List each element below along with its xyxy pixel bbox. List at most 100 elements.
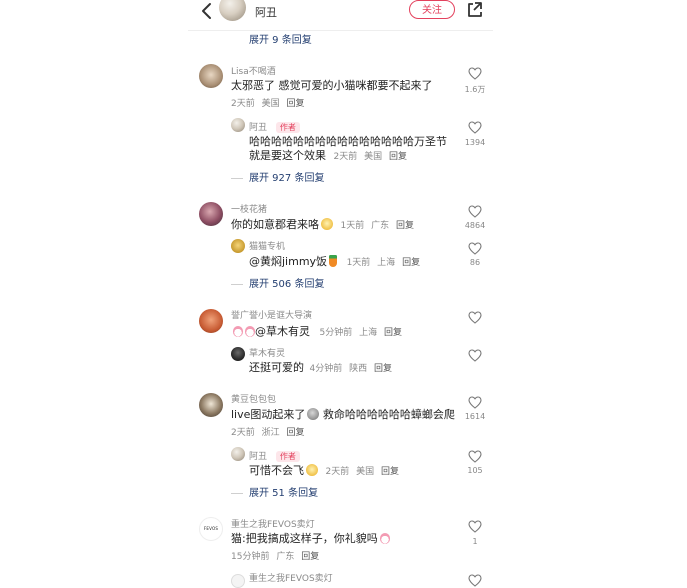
- comment-username[interactable]: 重生之我FEVOS卖灯: [231, 517, 315, 530]
- heart-icon[interactable]: [468, 67, 482, 80]
- avatar[interactable]: [231, 447, 245, 461]
- reply-text-row: 还挺可爱的 4分钟前 陕西 回复: [249, 360, 392, 377]
- expand-replies-link[interactable]: 展开 506 条回复: [231, 275, 324, 290]
- reply-button[interactable]: 回复: [301, 552, 319, 562]
- top-bar: 阿丑 关注: [188, 0, 493, 31]
- follow-button[interactable]: 关注: [409, 0, 455, 19]
- like-count: 1614: [464, 412, 486, 421]
- comment-meta: 2天前 浙江 回复: [231, 425, 305, 438]
- expand-replies-label[interactable]: 展开 506 条回复: [249, 279, 324, 290]
- reply-text: 哈哈哈哈哈哈哈哈哈哈哈哈哈哈哈万圣节: [249, 135, 447, 148]
- reply-location: 陕西: [349, 364, 368, 374]
- reply-time: 2天前: [325, 467, 350, 477]
- avatar[interactable]: [199, 393, 223, 417]
- like-count: 1394: [464, 138, 486, 147]
- comment-username[interactable]: Lisa不喝酒: [231, 64, 276, 77]
- reply-button[interactable]: 回复: [384, 328, 402, 338]
- reply-button[interactable]: 回复: [402, 258, 420, 268]
- reply-button[interactable]: 回复: [287, 428, 305, 438]
- like-count: 1: [472, 537, 478, 546]
- reply-location: 美国: [364, 152, 383, 162]
- reply-button[interactable]: 回复: [396, 221, 414, 231]
- avatar-logo-text: FEVOS: [203, 526, 219, 531]
- heart-icon[interactable]: [468, 396, 482, 409]
- reply-button[interactable]: 回复: [381, 467, 399, 477]
- heart-icon[interactable]: [468, 520, 482, 533]
- comment-location: 广东: [371, 221, 390, 231]
- heart-icon[interactable]: [468, 205, 482, 218]
- header-username[interactable]: 阿丑: [255, 4, 277, 20]
- reply-time: 2天前: [333, 152, 358, 162]
- comment-text-row: @草木有灵 5分钟前 上海 回复: [231, 324, 402, 341]
- bunny-emoji-icon: [379, 533, 390, 544]
- comment-location: 浙江: [261, 428, 280, 438]
- bunny-emoji-icon: [233, 326, 243, 337]
- comment-username[interactable]: 一枝花猪: [231, 202, 267, 215]
- like-count: 105: [467, 466, 483, 475]
- avatar[interactable]: FEVOS: [199, 517, 223, 541]
- heart-icon[interactable]: [468, 349, 482, 362]
- like-count: 1.6万: [464, 85, 486, 94]
- heart-icon[interactable]: [468, 311, 482, 324]
- comment-time: 5分钟前: [319, 328, 353, 338]
- avatar[interactable]: [199, 64, 223, 88]
- carrot-emoji-icon: [329, 255, 338, 267]
- heart-icon[interactable]: [468, 121, 482, 134]
- reply-username[interactable]: 重生之我FEVOS卖灯: [249, 571, 333, 584]
- comment-text: 猫:把我搞成这样子，你礼貌吗: [231, 532, 378, 545]
- avatar[interactable]: [231, 347, 245, 361]
- avatar[interactable]: [231, 574, 245, 588]
- comment-text: 太邪恶了 感觉可爱的小猫咪都要不起来了: [231, 79, 433, 92]
- author-badge: 作者: [275, 122, 300, 133]
- like-count: 86: [469, 258, 481, 267]
- avatar[interactable]: [231, 118, 245, 132]
- comment-location: 美国: [261, 99, 280, 109]
- reply-text: @黄焖jimmy饭: [249, 255, 328, 268]
- reply-button[interactable]: 回复: [374, 364, 392, 374]
- reply-username[interactable]: 草木有灵: [249, 346, 285, 359]
- reply-text-line2: 就是要这个效果: [249, 149, 326, 162]
- comment-username[interactable]: 黄豆包包包: [231, 392, 276, 405]
- reply-meta: 2天前 美国 回复: [334, 152, 408, 162]
- comment-time: 1天前: [340, 221, 365, 231]
- heart-icon[interactable]: [468, 450, 482, 463]
- expand-replies-label[interactable]: 展开 51 条回复: [249, 488, 318, 499]
- reply-username: 阿丑 作者: [249, 120, 300, 133]
- like-count: 4864: [464, 221, 486, 230]
- bunny-emoji-icon: [245, 326, 255, 337]
- comment-username[interactable]: 誉广誉小是诓大导演: [231, 308, 312, 321]
- emoji-icon: [321, 218, 333, 230]
- expand-replies-link[interactable]: 展开 51 条回复: [231, 484, 318, 499]
- chevron-left-icon[interactable]: [198, 2, 216, 20]
- reply-location: 美国: [356, 467, 375, 477]
- comment-meta: 5分钟前 上海 回复: [320, 328, 403, 338]
- reply-time: 1天前: [346, 258, 371, 268]
- comment-text: @草木有灵: [255, 325, 310, 338]
- expand-replies-link[interactable]: 展开 927 条回复: [231, 169, 324, 184]
- avatar[interactable]: [231, 239, 245, 253]
- reply-time: 4分钟前: [309, 364, 343, 374]
- heart-icon[interactable]: [468, 242, 482, 255]
- reply-username: 阿丑 作者: [249, 449, 300, 462]
- reply-button[interactable]: 回复: [389, 152, 407, 162]
- comment-meta: 1天前 广东 回复: [341, 221, 415, 231]
- reply-text-continued: 就是要这个效果 2天前 美国 回复: [249, 148, 407, 165]
- reply-text: 还挺可爱的: [249, 361, 304, 374]
- rock-emoji-icon: [307, 408, 320, 420]
- reply-username[interactable]: 猫猫专机: [249, 239, 285, 252]
- reply-username-text[interactable]: 阿丑: [249, 452, 267, 462]
- reply-username-text[interactable]: 阿丑: [249, 123, 267, 133]
- expand-replies-link[interactable]: 展开 9 条回复: [249, 31, 312, 46]
- avatar[interactable]: [219, 0, 246, 21]
- comment-text: 你的如意郡君来咯: [231, 218, 319, 231]
- avatar[interactable]: [199, 202, 223, 226]
- heart-icon[interactable]: [468, 574, 482, 587]
- author-badge: 作者: [275, 451, 300, 462]
- reply-text: 可惜不会飞: [249, 464, 304, 477]
- expand-replies-label[interactable]: 展开 927 条回复: [249, 173, 324, 184]
- divider: [231, 177, 243, 179]
- avatar[interactable]: [199, 309, 223, 333]
- divider: [231, 283, 243, 285]
- share-icon[interactable]: [466, 1, 484, 19]
- reply-button[interactable]: 回复: [287, 99, 305, 109]
